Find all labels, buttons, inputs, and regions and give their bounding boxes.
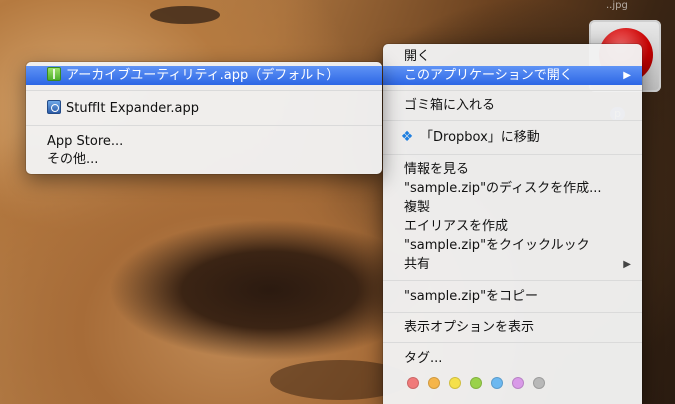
menu-item-copy[interactable]: "sample.zip"をコピー <box>383 287 642 306</box>
menu-item-open[interactable]: 開く <box>383 47 642 66</box>
menu-item-share[interactable]: 共有 ▶ <box>383 255 642 274</box>
menu-item-open-with[interactable]: このアプリケーションで開く ▶ <box>383 66 642 85</box>
menu-item-make-alias[interactable]: エイリアスを作成 <box>383 217 642 236</box>
menu-item-tags[interactable]: タグ... <box>383 349 642 368</box>
menu-divider <box>383 90 642 91</box>
tag-color-dot-1[interactable] <box>407 377 419 389</box>
tag-color-dot-5[interactable] <box>491 377 503 389</box>
wallpaper-eye <box>150 6 220 24</box>
menu-item-move-to-trash[interactable]: ゴミ箱に入れる <box>383 96 642 115</box>
menu-item-duplicate[interactable]: 複製 <box>383 198 642 217</box>
tag-color-dot-2[interactable] <box>428 377 440 389</box>
open-with-submenu: アーカイブユーティリティ.app（デフォルト） StuffIt Expander… <box>26 62 382 174</box>
dropbox-icon: ❖ <box>400 129 414 145</box>
menu-item-get-info[interactable]: 情報を見る <box>383 160 642 179</box>
tag-color-dot-4[interactable] <box>470 377 482 389</box>
tag-color-dot-3[interactable] <box>449 377 461 389</box>
menu-divider <box>383 312 642 313</box>
submenu-arrow-icon: ▶ <box>623 259 631 270</box>
menu-item-show-view-options[interactable]: 表示オプションを表示 <box>383 318 642 337</box>
submenu-item-archive-utility[interactable]: アーカイブユーティリティ.app（デフォルト） <box>26 66 382 85</box>
menu-divider <box>26 90 382 91</box>
menu-divider <box>383 154 642 155</box>
submenu-arrow-icon: ▶ <box>623 70 631 81</box>
tag-color-dot-7[interactable] <box>533 377 545 389</box>
tag-color-row <box>407 377 554 391</box>
tag-color-dot-6[interactable] <box>512 377 524 389</box>
menu-item-quick-look[interactable]: "sample.zip"をクイックルック <box>383 236 642 255</box>
submenu-item-other[interactable]: その他... <box>26 150 382 169</box>
menu-item-move-to-dropbox[interactable]: ❖ 「Dropbox」に移動 <box>383 128 642 147</box>
menu-divider <box>383 342 642 343</box>
stuffit-icon <box>47 100 61 114</box>
menu-divider <box>383 120 642 121</box>
context-menu: 開く このアプリケーションで開く ▶ ゴミ箱に入れる ❖ 「Dropbox」に移動… <box>383 44 642 404</box>
submenu-item-stuffit-expander[interactable]: StuffIt Expander.app <box>26 99 382 118</box>
archive-utility-icon <box>47 67 61 81</box>
menu-item-create-disk[interactable]: "sample.zip"のディスクを作成... <box>383 179 642 198</box>
menu-divider <box>26 125 382 126</box>
corner-file-label: ..jpg <box>606 0 628 11</box>
submenu-item-app-store[interactable]: App Store... <box>26 132 382 151</box>
menu-divider <box>383 280 642 281</box>
